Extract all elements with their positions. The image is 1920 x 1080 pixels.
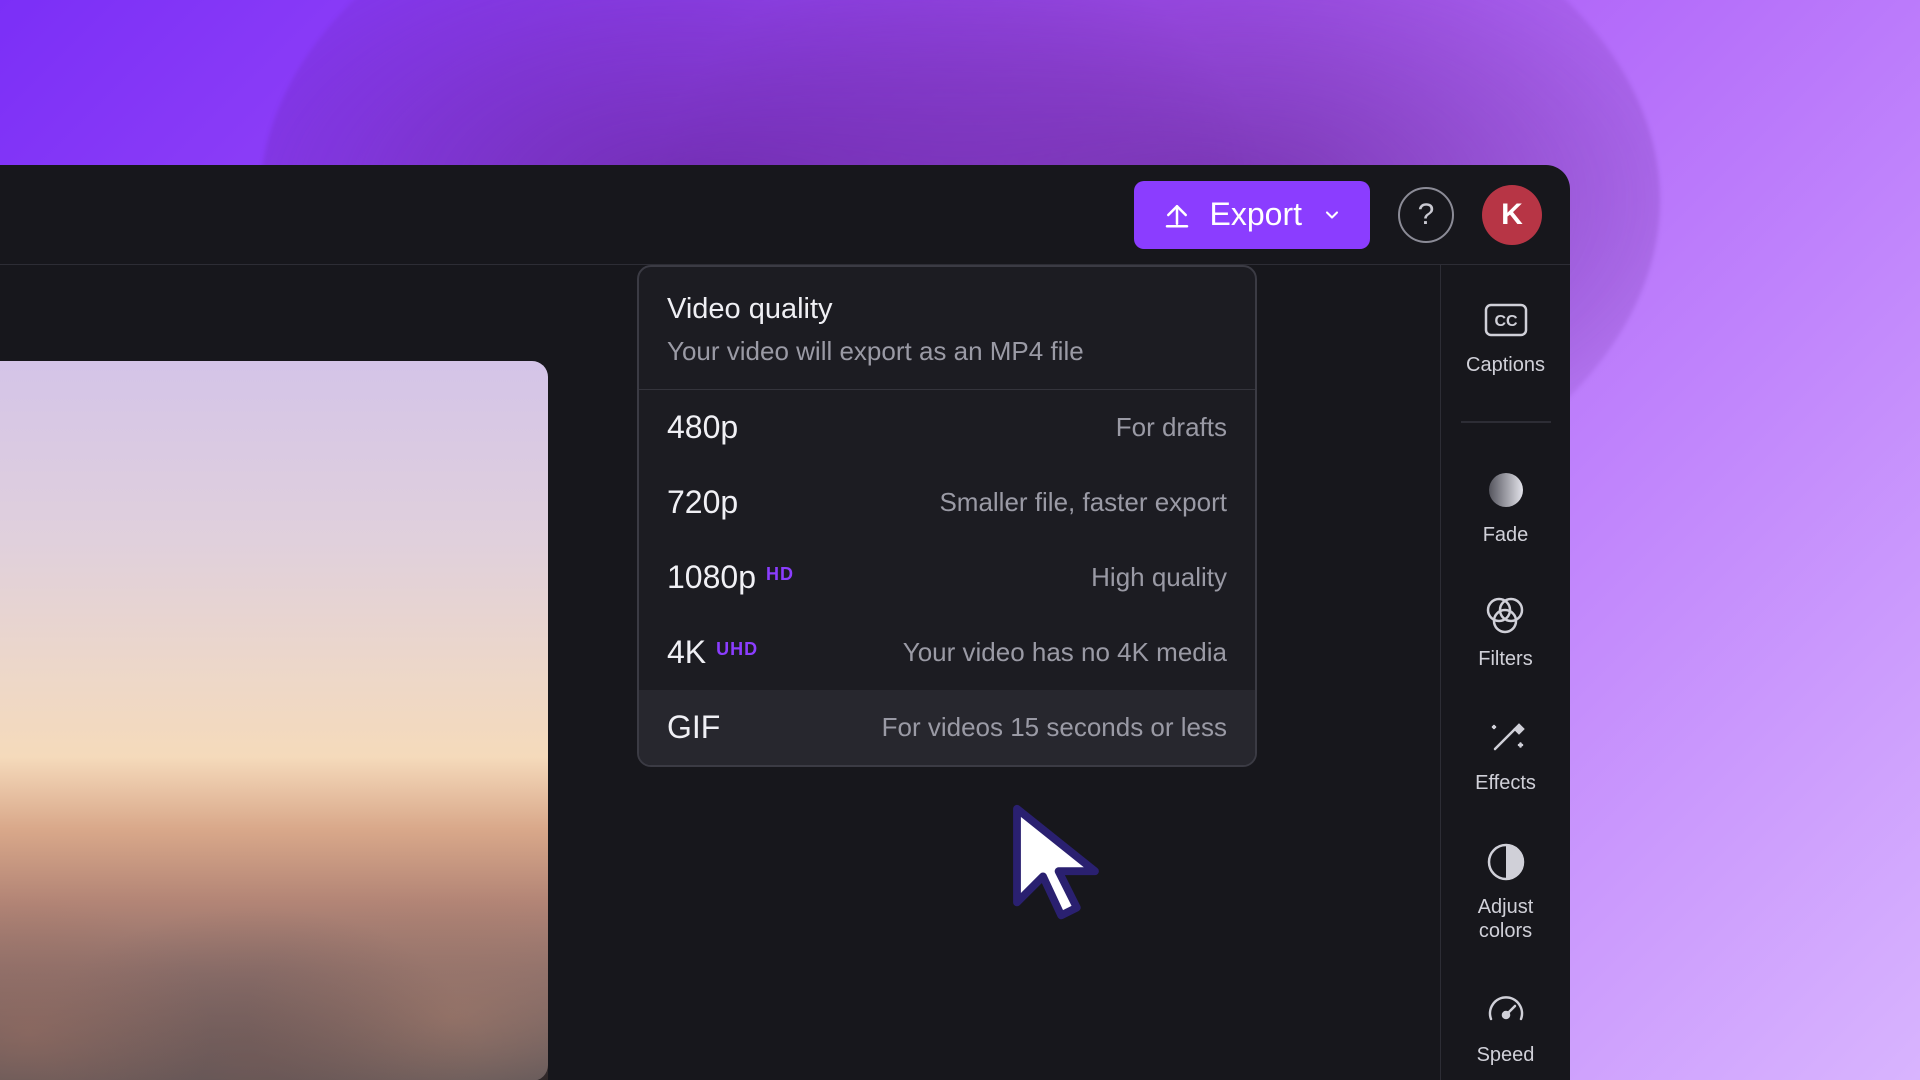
sidebar-item-speed[interactable]: Speed	[1477, 987, 1535, 1067]
export-button[interactable]: Export	[1134, 181, 1370, 249]
export-label: Export	[1210, 196, 1302, 233]
filters-icon	[1482, 591, 1528, 637]
user-avatar[interactable]: K	[1482, 185, 1542, 245]
quality-res: 720p	[667, 484, 738, 521]
cursor-overlay	[1004, 801, 1134, 936]
sidebar-item-captions[interactable]: CC Captions	[1466, 297, 1545, 377]
quality-desc: High quality	[1091, 562, 1227, 593]
quality-option-480p[interactable]: 480p For drafts	[639, 390, 1255, 465]
topbar: Export ? K	[0, 165, 1570, 265]
content-area: 9 Video quality Your video will export a…	[0, 265, 1570, 1080]
quality-option-1080p[interactable]: 1080p HD High quality	[639, 540, 1255, 615]
quality-option-gif[interactable]: GIF For videos 15 seconds or less	[639, 690, 1255, 765]
fade-icon	[1483, 467, 1529, 513]
quality-res: 4K	[667, 634, 706, 671]
help-icon: ?	[1418, 198, 1435, 232]
captions-icon: CC	[1483, 297, 1529, 343]
sidebar-item-label: Filters	[1478, 647, 1532, 671]
svg-text:CC: CC	[1494, 313, 1518, 330]
app-window: Export ? K 9 Video quality Your video wi…	[0, 165, 1570, 1080]
quality-desc: Your video has no 4K media	[903, 637, 1227, 668]
chevron-down-icon	[1322, 196, 1342, 233]
dropdown-header: Video quality Your video will export as …	[639, 267, 1255, 390]
sidebar-item-label: Adjust colors	[1478, 895, 1534, 943]
effects-icon	[1483, 715, 1529, 761]
sidebar-item-fade[interactable]: Fade	[1483, 467, 1529, 547]
dropdown-title: Video quality	[667, 293, 1227, 326]
quality-desc: For drafts	[1116, 412, 1227, 443]
quality-option-4k[interactable]: 4K UHD Your video has no 4K media	[639, 615, 1255, 690]
sidebar-item-effects[interactable]: Effects	[1475, 715, 1536, 795]
export-quality-dropdown: Video quality Your video will export as …	[637, 265, 1257, 767]
dropdown-subtitle: Your video will export as an MP4 file	[667, 336, 1227, 367]
sidebar-item-label: Fade	[1483, 523, 1529, 547]
sidebar-item-label: Speed	[1477, 1043, 1535, 1067]
help-button[interactable]: ?	[1398, 187, 1454, 243]
avatar-initial: K	[1501, 198, 1523, 232]
sidebar-separator	[1461, 421, 1551, 423]
speed-icon	[1483, 987, 1529, 1033]
quality-desc: Smaller file, faster export	[939, 487, 1227, 518]
sidebar-item-filters[interactable]: Filters	[1478, 591, 1532, 671]
quality-res: GIF	[667, 709, 720, 746]
desktop-backdrop: Export ? K 9 Video quality Your video wi…	[0, 0, 1920, 1080]
upload-icon	[1162, 200, 1192, 230]
quality-res: 1080p	[667, 559, 756, 596]
video-preview[interactable]	[0, 361, 548, 1080]
quality-desc: For videos 15 seconds or less	[882, 712, 1227, 743]
uhd-badge: UHD	[716, 639, 758, 660]
right-sidebar: CC Captions Fade	[1440, 265, 1570, 1080]
adjust-colors-icon	[1483, 839, 1529, 885]
quality-res: 480p	[667, 409, 738, 446]
hd-badge: HD	[766, 564, 794, 585]
quality-option-720p[interactable]: 720p Smaller file, faster export	[639, 465, 1255, 540]
sidebar-item-adjust-colors[interactable]: Adjust colors	[1478, 839, 1534, 943]
sidebar-item-label: Effects	[1475, 771, 1536, 795]
sidebar-item-label: Captions	[1466, 353, 1545, 377]
